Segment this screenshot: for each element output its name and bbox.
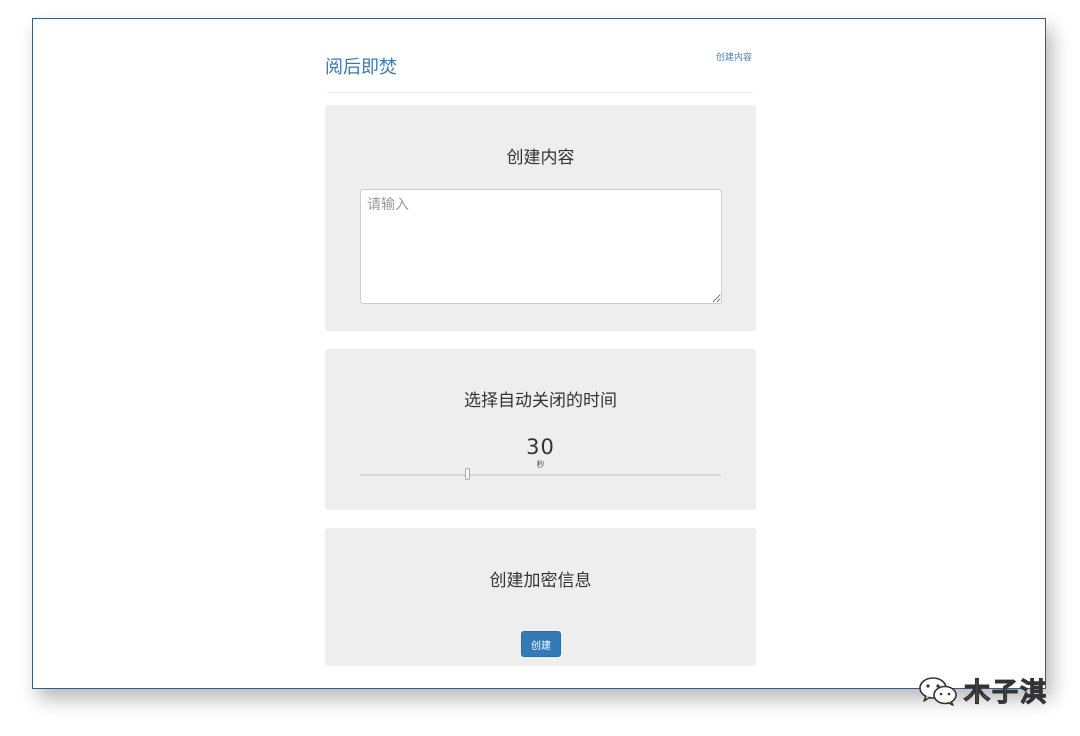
timer-slider-track[interactable] — [360, 474, 721, 476]
timer-slider-handle[interactable] — [465, 468, 471, 480]
watermark-text: 木子淇 — [963, 678, 1049, 709]
create-button[interactable]: 创建 — [521, 631, 561, 657]
timer-value: 30 — [526, 435, 555, 459]
content-input[interactable] — [360, 189, 722, 304]
header-divider — [325, 92, 755, 93]
wechat-icon — [919, 676, 957, 706]
nav-create-content-link[interactable]: 创建内容 — [716, 50, 752, 63]
brand-title[interactable]: 阅后即焚 — [325, 53, 397, 79]
timer-title: 选择自动关闭的时间 — [464, 391, 617, 411]
create-content-title: 创建内容 — [506, 148, 575, 168]
watermark: 木子淇 — [918, 672, 1048, 709]
submit-title: 创建加密信息 — [489, 571, 592, 591]
timer-panel: 选择自动关闭的时间 30 秒 — [325, 349, 756, 510]
create-content-panel: 创建内容 — [325, 105, 756, 331]
timer-unit: 秒 — [536, 460, 545, 469]
browser-window: 阅后即焚 创建内容 创建内容 选择自动关闭的时间 30 秒 创建加密信息 创建 — [32, 18, 1046, 689]
screenshot: 阅后即焚 创建内容 创建内容 选择自动关闭的时间 30 秒 创建加密信息 创建 — [0, 0, 1080, 736]
submit-panel: 创建加密信息 创建 — [325, 528, 756, 666]
